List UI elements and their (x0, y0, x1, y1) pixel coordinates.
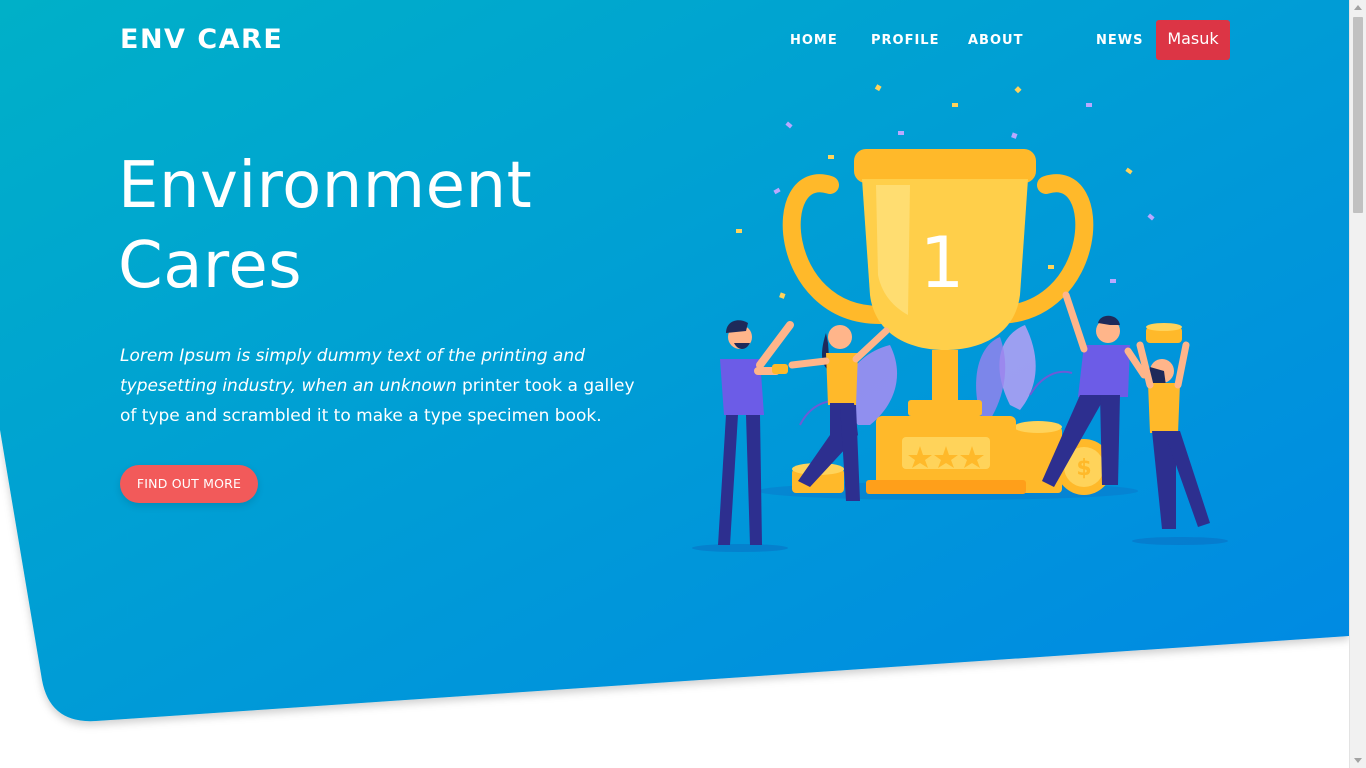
scroll-up-arrow-icon[interactable] (1354, 5, 1362, 10)
person-illustration (718, 320, 794, 545)
hero-title-line-1: Environment (118, 149, 533, 223)
page-scrollbar[interactable] (1349, 0, 1366, 768)
trophy-illustration: $ 1 (692, 84, 1228, 552)
nav-about[interactable]: ABOUT (968, 33, 1023, 48)
person-illustration (1136, 323, 1210, 529)
nav-profile[interactable]: PROFILE (871, 33, 939, 48)
find-out-more-button[interactable]: FIND OUT MORE (120, 465, 258, 503)
hero-lead: Lorem Ipsum is simply dummy text of the … (120, 341, 650, 431)
nav-news[interactable]: NEWS (1096, 33, 1143, 48)
svg-text:$: $ (1076, 456, 1091, 481)
hero-title-line-2: Cares (118, 229, 303, 303)
login-button[interactable]: Masuk (1156, 20, 1230, 60)
trophy-number: 1 (920, 222, 965, 304)
hero-title: Environment Cares (118, 146, 532, 306)
scrollbar-thumb[interactable] (1353, 17, 1363, 213)
scroll-down-arrow-icon[interactable] (1354, 758, 1362, 763)
nav-home[interactable]: HOME (790, 33, 838, 48)
brand-logo[interactable]: ENV CARE (120, 24, 283, 55)
